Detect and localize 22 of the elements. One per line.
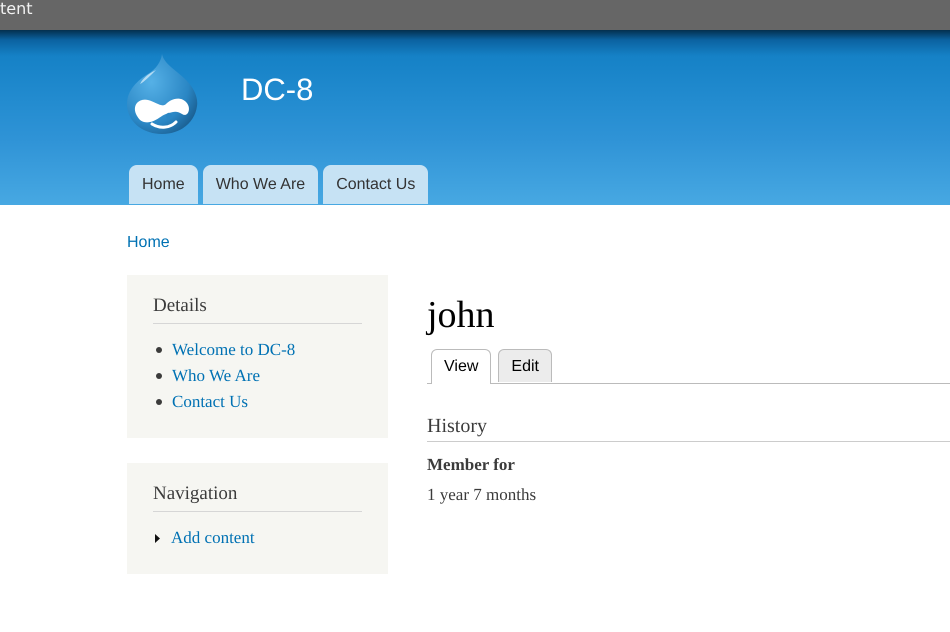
bullet-icon — [156, 347, 162, 353]
page-tab[interactable]: View — [431, 349, 492, 384]
sidebar-link[interactable]: Welcome to DC-8 — [172, 340, 296, 360]
section-heading: History — [427, 414, 950, 442]
toolbar-text[interactable]: tent — [0, 0, 33, 17]
site-name[interactable]: DC-8 — [241, 72, 314, 108]
page-tab[interactable]: Edit — [498, 349, 552, 382]
nav-tab[interactable]: Contact Us — [323, 165, 428, 204]
sidebar-link[interactable]: Contact Us — [172, 392, 248, 412]
block-title: Details — [153, 294, 362, 324]
nav-tab[interactable]: Home — [129, 165, 198, 204]
sidebar-link[interactable]: Add content — [171, 528, 255, 548]
bullet-icon — [156, 399, 162, 405]
page-title: john — [427, 293, 496, 337]
nav-tab[interactable]: Who We Are — [202, 165, 318, 204]
sidebar-link[interactable]: Who We Are — [172, 366, 260, 386]
field-label: Member for — [427, 454, 516, 476]
bullet-icon — [156, 373, 162, 379]
field-value: 1 year 7 months — [427, 484, 538, 506]
breadcrumb-link[interactable]: Home — [127, 233, 170, 253]
block-title: Navigation — [153, 482, 362, 512]
drop-logo-icon[interactable] — [126, 54, 198, 135]
